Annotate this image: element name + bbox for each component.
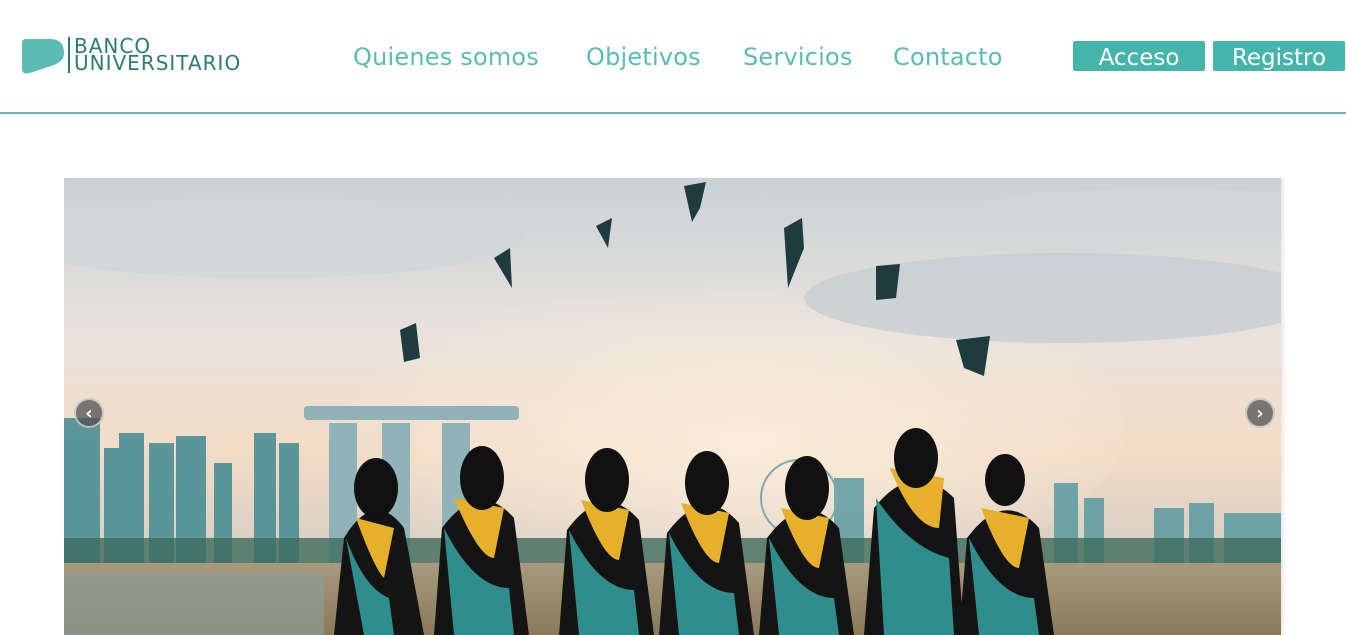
nav-item-quienes-somos[interactable]: Quienes somos xyxy=(353,43,539,71)
logo-mark-icon xyxy=(22,39,64,74)
nav-item-contacto[interactable]: Contacto xyxy=(893,43,1003,71)
carousel-next-arrow-icon[interactable]: › xyxy=(1245,398,1275,428)
brand-logo[interactable]: BANCO UNIVERSITARIO xyxy=(20,35,280,77)
logo-text-line2: UNIVERSITARIO xyxy=(74,51,242,75)
nav-item-servicios[interactable]: Servicios xyxy=(743,43,853,71)
login-button[interactable]: Acceso xyxy=(1073,41,1205,71)
logo-divider xyxy=(68,37,70,73)
hero-graduation-image xyxy=(64,178,1281,635)
carousel-prev-arrow-icon[interactable]: ‹ xyxy=(74,398,104,428)
hero-carousel: ‹ › xyxy=(64,178,1281,635)
nav-item-objetivos[interactable]: Objetivos xyxy=(586,43,701,71)
site-header: BANCO UNIVERSITARIO Quienes somos Objeti… xyxy=(0,0,1346,114)
register-button[interactable]: Registro xyxy=(1213,41,1345,71)
